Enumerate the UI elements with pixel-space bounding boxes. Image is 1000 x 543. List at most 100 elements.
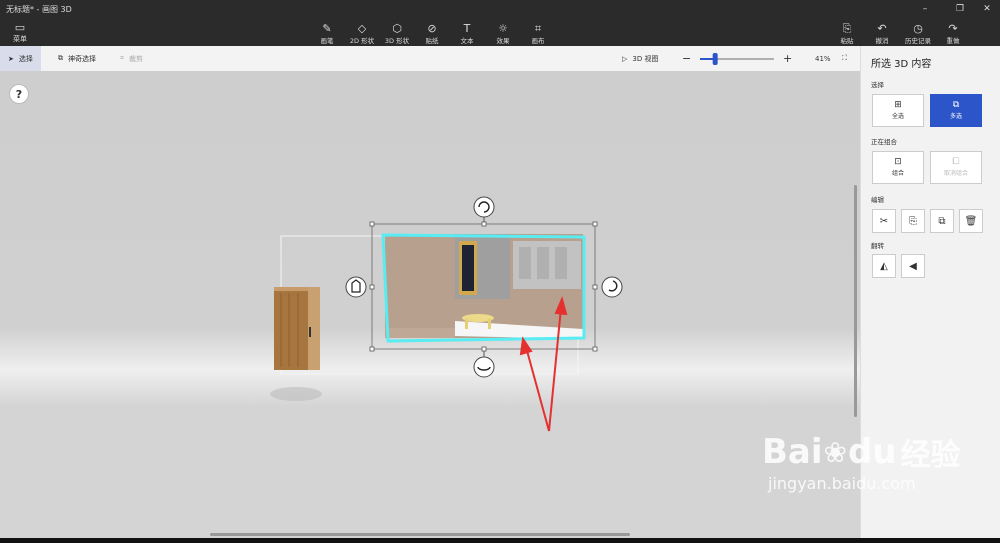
effects-icon: ☼: [498, 22, 508, 35]
watermark-url: jingyan.baidu.com: [768, 474, 916, 493]
baidu-watermark: Bai ❀ du 经验 jingyan.baidu.com: [762, 430, 962, 493]
tool-stickers[interactable]: ⊘ 贴纸: [415, 22, 449, 45]
multi-select-icon: ⧉: [952, 100, 960, 110]
3d-shapes-icon: ⬡: [392, 22, 402, 35]
select-all-icon: ⊞: [894, 100, 902, 110]
close-button[interactable]: ✕: [972, 0, 1000, 18]
resize-handle: [369, 346, 375, 352]
scene: [270, 196, 623, 432]
tool-canvas[interactable]: ⌗ 画布: [521, 22, 555, 45]
selection-toolbar: ➤ 选择 ⧉ 神奇选择 ⌗ 裁剪 ▷ 3D 视图 − + 41% ⛶: [0, 46, 860, 72]
group-label: 组合: [891, 170, 904, 177]
copy-button[interactable]: ⎘: [901, 209, 925, 233]
paste-panel-button[interactable]: ⧉: [930, 209, 954, 233]
flip-horizontal-button[interactable]: ◭: [872, 254, 896, 278]
tool-2d-shapes[interactable]: ◇ 2D 形状: [345, 22, 379, 45]
select-all-button[interactable]: ⊞ 全选: [872, 94, 924, 127]
crop-button[interactable]: ⌗ 裁剪: [120, 46, 143, 71]
resize-handle: [369, 221, 375, 227]
delete-button[interactable]: 🗑: [959, 209, 983, 233]
select-button[interactable]: ➤ 选择: [0, 46, 41, 71]
door-shadow: [270, 387, 322, 401]
title-bar: 无标题* - 画图 3D – ❐ ✕ ▭ 菜单 ✎ 画笔 ◇ 2D 形状 ⬡ 3…: [0, 0, 1000, 46]
flip-horizontal-icon: ◭: [880, 260, 888, 272]
zoom-slider[interactable]: [698, 51, 778, 67]
rotate-bottom-handle: [473, 351, 495, 378]
undo-button[interactable]: ↶ 撤消: [865, 22, 899, 45]
tool-brushes[interactable]: ✎ 画笔: [310, 22, 344, 45]
tool-3d-shapes[interactable]: ⬡ 3D 形状: [380, 22, 414, 45]
window-title: 无标题* - 画图 3D: [6, 5, 72, 14]
tool-text[interactable]: T 文本: [450, 22, 484, 45]
group-icon: ⊡: [894, 157, 902, 167]
2d-shapes-icon: ◇: [357, 22, 367, 35]
tool-label: 重做: [946, 37, 960, 45]
rotate-right-handle: [601, 276, 623, 298]
select-label: 选择: [18, 54, 33, 63]
horizontal-scrollbar[interactable]: [210, 533, 630, 536]
mirror-glass: [462, 245, 474, 291]
redo-button[interactable]: ↷ 重做: [936, 22, 970, 45]
paste-icon: ⎘: [842, 22, 852, 35]
ungroup-icon: ⧠: [952, 157, 960, 167]
select-section-label: 选择: [871, 81, 884, 89]
multi-select-button[interactable]: ⧉ 多选: [930, 94, 982, 127]
magic-select-icon: ⧉: [58, 54, 63, 62]
cut-button[interactable]: ✂: [872, 209, 896, 233]
paw-icon: ❀: [823, 435, 847, 469]
minimize-button[interactable]: –: [910, 0, 940, 18]
zoom-in-button[interactable]: +: [783, 46, 792, 71]
history-button[interactable]: ◷ 历史记录: [901, 22, 935, 45]
sticker-icon: ⊘: [427, 22, 437, 35]
group-section-label: 正在组合: [871, 138, 897, 146]
paste-icon: ⧉: [938, 215, 946, 227]
3d-view-label: 3D 视图: [632, 54, 659, 63]
window-pane: [537, 247, 549, 279]
brush-icon: ✎: [322, 22, 332, 35]
table-leg: [488, 319, 491, 329]
fit-screen-icon[interactable]: ⛶: [842, 46, 847, 71]
tool-label: 2D 形状: [349, 37, 375, 45]
select-all-label: 全选: [891, 113, 904, 120]
3d-view-button[interactable]: ▷ 3D 视图: [622, 46, 658, 71]
cut-icon: ✂: [879, 215, 889, 227]
group-button[interactable]: ⊡ 组合: [872, 151, 924, 184]
history-icon: ◷: [913, 22, 923, 35]
redo-icon: ↷: [948, 22, 958, 35]
tool-label: 文本: [460, 37, 474, 45]
tool-label: 画笔: [320, 37, 334, 45]
undo-icon: ↶: [877, 22, 887, 35]
vertical-scrollbar[interactable]: [854, 185, 857, 417]
maximize-button[interactable]: ❐: [945, 0, 975, 18]
menu-button[interactable]: ▭ 菜单: [8, 22, 32, 44]
rotate-left-handle: [345, 276, 367, 298]
window-pane: [519, 247, 531, 279]
zoom-out-button[interactable]: −: [682, 46, 691, 71]
trash-icon: 🗑: [964, 215, 978, 227]
arrow-line: [525, 346, 550, 432]
resize-handle: [481, 221, 487, 227]
multi-select-label: 多选: [949, 113, 962, 120]
room-image-object: [385, 234, 583, 339]
resize-handle: [481, 346, 487, 352]
magic-select-button[interactable]: ⧉ 神奇选择: [58, 46, 96, 71]
flip-section-label: 翻转: [871, 242, 884, 250]
watermark-brand: Bai: [762, 432, 823, 472]
room-wall-lower: [385, 328, 455, 338]
rotate-top-handle: [473, 196, 495, 222]
zoom-percent: 41%: [815, 54, 831, 63]
paste-button[interactable]: ⎘ 粘贴: [830, 22, 864, 45]
tool-label: 效果: [496, 37, 510, 45]
crop-icon: ⌗: [120, 54, 124, 62]
copy-icon: ⎘: [909, 215, 917, 227]
flip-vertical-button[interactable]: ◀: [901, 254, 925, 278]
resize-handle: [592, 346, 598, 352]
taskbar: [0, 538, 1000, 543]
tool-label: 画布: [531, 37, 545, 45]
flip-vertical-icon: ◀: [909, 260, 917, 272]
tool-effects[interactable]: ☼ 效果: [486, 22, 520, 45]
arrow-head: [519, 336, 533, 356]
ungroup-button[interactable]: ⧠ 取消组合: [930, 151, 982, 184]
table-leg: [465, 319, 468, 329]
resize-handle: [369, 284, 375, 290]
